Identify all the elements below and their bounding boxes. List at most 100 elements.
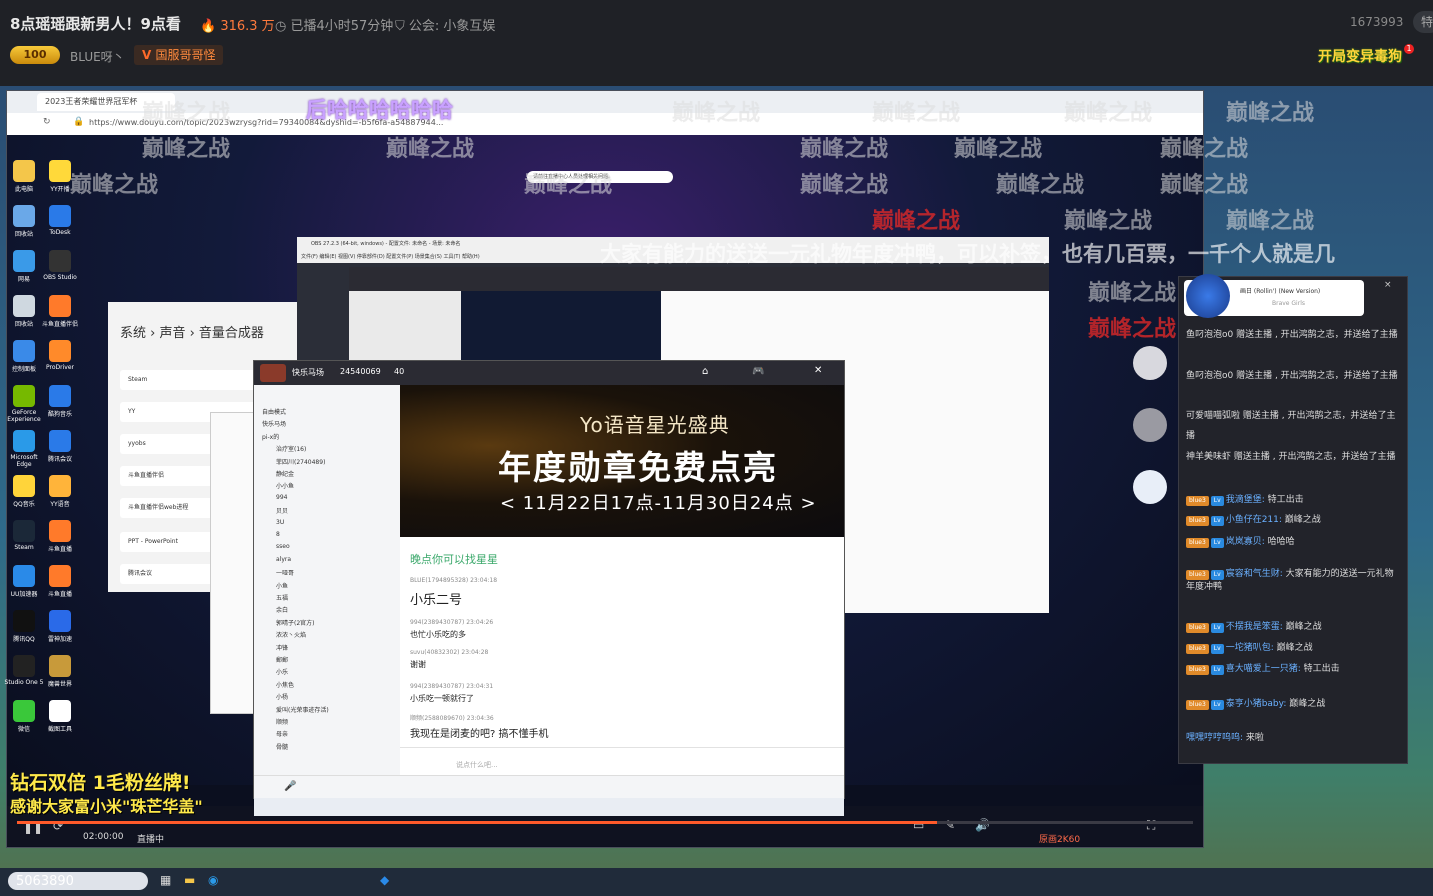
desktop-icon[interactable]: 回收站	[4, 295, 44, 328]
desktop-icon[interactable]: 网易	[4, 250, 44, 283]
desktop-icon-label: 雷神加速	[47, 636, 72, 643]
desktop-icon[interactable]: 腾讯会议	[40, 430, 80, 463]
desktop-icon[interactable]: 控制面板	[4, 340, 44, 373]
desktop-icon[interactable]: OBS Studio	[40, 250, 80, 281]
captured-taskbar	[254, 798, 844, 816]
member-item[interactable]: 8	[276, 531, 280, 538]
watermark: 巅峰之战	[1226, 101, 1315, 126]
desktop-icon[interactable]: YY语音	[40, 475, 80, 508]
member-item[interactable]: 小焦色	[276, 680, 294, 689]
member-item[interactable]: 小乐	[276, 667, 288, 676]
member-item[interactable]: 自由模式	[262, 407, 286, 416]
member-item[interactable]: alyra	[276, 556, 291, 563]
desktop-icon[interactable]: 回收站	[4, 205, 44, 238]
member-item[interactable]: pi-x的	[262, 432, 279, 441]
desktop-icon[interactable]: Microsoft Edge	[4, 430, 44, 468]
app-icon[interactable]: ◆	[380, 873, 389, 887]
member-item[interactable]: 静纪金	[276, 469, 294, 478]
reload-icon[interactable]: ↻	[43, 117, 51, 127]
game-icon[interactable]: 🎮	[752, 366, 764, 377]
desktop-icon[interactable]: ToDesk	[40, 205, 80, 236]
desktop-icon-label: UU加速器	[10, 591, 38, 598]
progress-bar[interactable]	[17, 821, 1193, 824]
member-item[interactable]: 小鱼	[276, 581, 288, 590]
windows-icon[interactable]: ▦	[160, 873, 171, 887]
member-item[interactable]: 骨髓	[276, 742, 288, 751]
app-icon	[13, 430, 35, 452]
member-item[interactable]: sseo	[276, 543, 290, 550]
song-title: 画日 (Rollin') (New Version)	[1240, 288, 1321, 295]
close-icon[interactable]: ✕	[814, 365, 822, 376]
mic-icon[interactable]: 🎤	[284, 781, 296, 792]
desktop-icon[interactable]: 斗鱼直播	[40, 520, 80, 553]
member-item[interactable]: 顺频	[276, 717, 288, 726]
member-item[interactable]: 菲四川(2740489)	[276, 457, 325, 466]
chat-input[interactable]: 说点什么吧...	[456, 760, 498, 770]
desktop-icon[interactable]: 魔兽世界	[40, 655, 80, 688]
member-item[interactable]: 郵郵	[276, 655, 288, 664]
home-icon[interactable]: ⌂	[702, 366, 708, 377]
banner-title: Yo语音星光盛典	[580, 413, 730, 437]
member-item[interactable]: 小小鱼	[276, 481, 294, 490]
desktop-icon[interactable]: 斗鱼直播	[40, 565, 80, 598]
banner-headline: 年度勋章免费点亮	[498, 448, 778, 487]
desktop-icon[interactable]: 截图工具	[40, 700, 80, 733]
anchor-name[interactable]: BLUE呀丶	[70, 48, 125, 65]
live-label: 直播中	[137, 835, 165, 845]
stream-title: 8点瑶瑶跟新男人！9点看	[10, 15, 181, 33]
app-icon	[13, 700, 35, 722]
desktop-icon[interactable]: 此电脑	[4, 160, 44, 193]
message-user: 顺频(2588089670) 23:04:36	[410, 715, 494, 722]
edge-icon[interactable]: ◉	[208, 873, 218, 887]
desktop-icon[interactable]: UU加速器	[4, 565, 44, 598]
seat-avatar[interactable]	[1133, 408, 1167, 442]
desktop-icon[interactable]: 雷神加速	[40, 610, 80, 643]
watermark: 巅峰之战	[1064, 101, 1153, 126]
folder-icon[interactable]: ▬	[184, 873, 195, 887]
seat-avatar[interactable]	[1133, 470, 1167, 504]
promo-banner[interactable]: 开局变异毒狗	[1318, 46, 1402, 66]
member-item[interactable]: 小杨	[276, 692, 288, 701]
member-item[interactable]: 郭晴子(2官方)	[276, 618, 315, 627]
desktop-icon-label: ProDriver	[46, 364, 74, 371]
desktop-icon[interactable]: 酷狗音乐	[40, 385, 80, 418]
share-button[interactable]: 特	[1413, 11, 1433, 33]
chat-line: 嘿嘿哼哼呜呜: 来啦	[1186, 733, 1264, 743]
member-item[interactable]: 贝贝	[276, 506, 288, 515]
member-item[interactable]: 治疗室(16)	[276, 444, 306, 453]
member-item[interactable]: 快乐马场	[262, 419, 286, 428]
desktop-icon[interactable]: 微信	[4, 700, 44, 733]
chat-line: blue3 Lv 泰亨小猪baby: 巅峰之战	[1186, 696, 1400, 710]
member-item[interactable]: 3U	[276, 519, 284, 526]
level-tag: Lv	[1210, 644, 1224, 654]
banner-dates: < 11月22日17点-11月30日24点 >	[500, 493, 817, 514]
desktop-icon[interactable]: QQ音乐	[4, 475, 44, 508]
member-item[interactable]: 一哑哥	[276, 568, 294, 577]
desktop-icon[interactable]: GeForce Experience	[4, 385, 44, 423]
desktop-icon[interactable]: Studio One 5	[4, 655, 44, 686]
quality-label[interactable]: 原画2K60	[1039, 832, 1080, 845]
voice-chat-app: 快乐马场 24540069 40 ⌂ 🎮 ✕ 自由模式 快乐马场 pi-x的 治疗室(…	[253, 360, 845, 799]
level-tag: Lv	[1210, 665, 1224, 675]
member-item[interactable]: 五福	[276, 593, 288, 602]
desktop-icon[interactable]: ProDriver	[40, 340, 80, 371]
guild-label[interactable]: ⛉ 公会: 小象互娱	[395, 15, 495, 34]
desktop-icon[interactable]: 腾讯QQ	[4, 610, 44, 643]
seat-avatar[interactable]	[1133, 346, 1167, 380]
fan-badge: blue3	[1186, 623, 1209, 633]
member-item[interactable]: 爱叫(光荣事迹存活)	[276, 705, 329, 714]
member-item[interactable]: 余白	[276, 605, 288, 614]
desktop-icon[interactable]: 斗鱼直播伴侣	[40, 295, 80, 328]
member-item[interactable]: 994	[276, 494, 287, 501]
level-tag: Lv	[1210, 570, 1224, 580]
follow-tag[interactable]: V 国服哥哥怪	[134, 45, 224, 65]
member-item[interactable]: 母亲	[276, 729, 288, 738]
member-item[interactable]: 浓浓丶火焰	[276, 630, 306, 639]
event-banner[interactable]: Yo语音星光盛典 年度勋章免费点亮 < 11月22日17点-11月30日24点 …	[400, 385, 844, 537]
desktop-icon-label: 酷狗音乐	[47, 411, 72, 418]
desktop-icon[interactable]: Steam	[4, 520, 44, 551]
app-icon	[49, 205, 71, 227]
member-item[interactable]: 冲锋	[276, 643, 288, 652]
message-area: 晚点你可以找星星 BLUE(1794895328) 23:04:18 小乐二号 …	[400, 537, 844, 747]
close-icon[interactable]: ×	[1384, 280, 1392, 290]
